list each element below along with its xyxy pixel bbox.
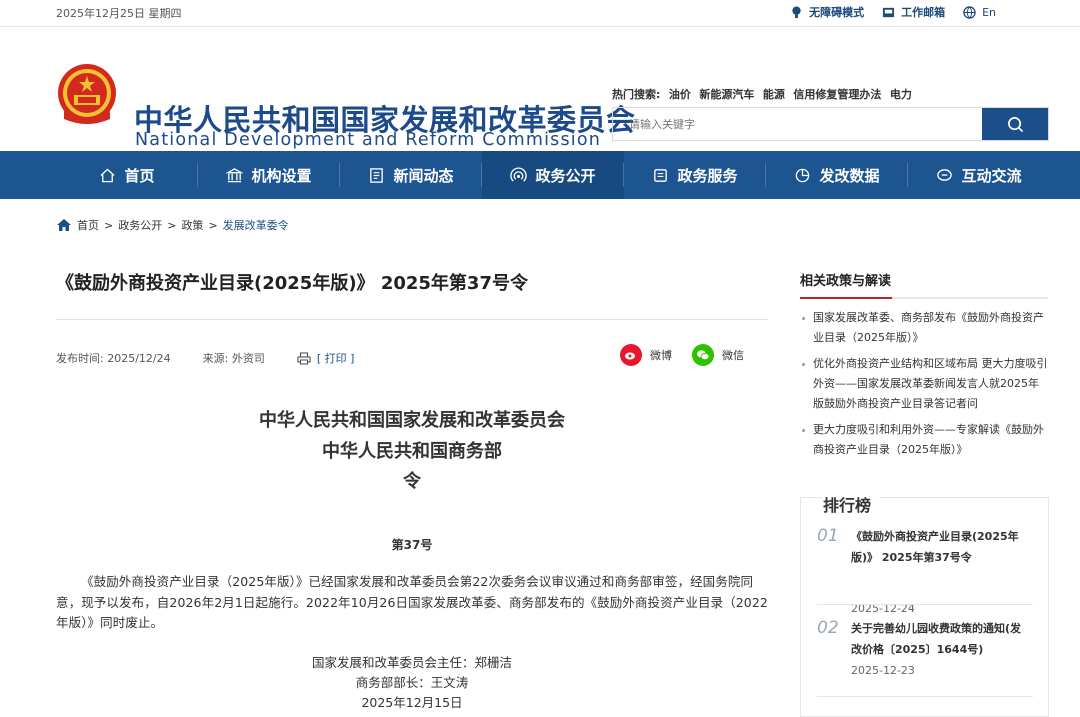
hot-keyword[interactable]: 新能源汽车 [699, 88, 754, 101]
related-title: 相关政策与解读 [800, 274, 892, 289]
home-icon[interactable] [56, 218, 72, 232]
language-link[interactable]: En [963, 6, 996, 19]
related-list: 国家发展改革委、商务部发布《鼓励外商投资产业目录（2025年版）》 优化外商投资… [800, 308, 1048, 466]
top-bar: 2025年12月25日 星期四 无障碍模式 工作邮箱 En [0, 0, 1080, 27]
hot-keyword[interactable]: 信用修复管理办法 [793, 88, 881, 101]
nav-item-news[interactable]: 新闻动态 [340, 151, 482, 199]
hot-keyword[interactable]: 电力 [890, 88, 912, 101]
related-item[interactable]: 更大力度吸引和利用外资——专家解读《鼓励外商投资产业目录（2025年版）》 [800, 420, 1048, 460]
nav-label: 政务服务 [677, 166, 738, 185]
globe-icon [963, 5, 976, 19]
rank-title[interactable]: 关于完善幼儿园收费政策的通知(发改价格〔2025〕1644号) [851, 618, 1031, 660]
breadcrumb-home[interactable]: 首页 [77, 217, 99, 233]
news-icon [370, 167, 384, 183]
nav-label: 互动交流 [961, 166, 1022, 185]
issuer-ndrc: 中华人民共和国国家发展和改革委员会 [259, 410, 565, 431]
share-bar: 微博 微信 [620, 344, 744, 366]
breadcrumb: 首页 > 政务公开 > 政策 > 发展改革委令 [56, 217, 289, 233]
source-label: 来源: [202, 352, 229, 365]
breadcrumb-current[interactable]: 发展改革委令 [223, 217, 289, 233]
publish-label: 发布时间: [56, 352, 104, 365]
rank-number: 01 [817, 526, 839, 546]
pie-chart-icon [796, 168, 810, 182]
breadcrumb-separator: > [208, 218, 218, 232]
issuer-mofcom: 中华人民共和国商务部 [322, 441, 502, 462]
printer-icon [297, 351, 311, 365]
wechat-icon [692, 344, 714, 366]
current-date: 2025年12月25日 星期四 [56, 7, 182, 20]
mail-link[interactable]: 工作邮箱 [882, 4, 945, 20]
nav-item-gov-affairs[interactable]: 政务公开 [482, 151, 624, 199]
language-label: En [982, 5, 996, 19]
source-value: 外资司 [231, 352, 265, 365]
site-title-en: National Development and Reform Commissi… [135, 130, 602, 150]
share-weibo[interactable]: 微博 [620, 344, 672, 366]
nav-item-organization[interactable]: 机构设置 [198, 151, 340, 199]
sign-date: 2025年12月15日 [361, 695, 463, 710]
nav-label: 政务公开 [535, 166, 596, 185]
publish-info: 发布时间: 2025/12/24 [56, 350, 171, 366]
breadcrumb-policy[interactable]: 政策 [181, 217, 203, 233]
nav-label: 发改数据 [819, 166, 880, 185]
breadcrumb-separator: > [167, 218, 177, 232]
weibo-icon [620, 344, 642, 366]
rank-date: 2025-12-23 [851, 664, 915, 677]
nav-item-data[interactable]: 发改数据 [766, 151, 908, 199]
print-label: [ 打印 ] [316, 352, 355, 365]
service-icon [654, 168, 668, 182]
print-button[interactable]: [ 打印 ] [297, 350, 355, 366]
accessibility-label: 无障碍模式 [809, 6, 865, 19]
breadcrumb-separator: > [104, 218, 114, 232]
share-wechat[interactable]: 微信 [692, 344, 744, 366]
related-underline [800, 297, 1048, 299]
broadcast-icon [510, 166, 528, 182]
source-info: 来源: 外资司 [203, 350, 265, 366]
search-box [612, 107, 1049, 141]
hot-keyword[interactable]: 能源 [763, 88, 785, 101]
mail-label: 工作邮箱 [901, 6, 946, 19]
chat-icon [937, 168, 953, 181]
nav-item-interaction[interactable]: 互动交流 [908, 151, 1050, 199]
nav-item-services[interactable]: 政务服务 [624, 151, 766, 199]
title-divider [56, 319, 768, 320]
signer-ndrc: 国家发展和改革委员会主任：郑栅洁 [311, 655, 512, 670]
share-weibo-label: 微博 [650, 349, 672, 362]
order-number: 第37号 [391, 538, 433, 552]
breadcrumb-gov-affairs[interactable]: 政务公开 [118, 217, 162, 233]
site-header: 中华人民共和国国家发展和改革委员会 National Development a… [0, 27, 1080, 151]
rank-divider [817, 696, 1033, 697]
publish-date: 2025/12/24 [107, 352, 171, 365]
article-body: 《鼓励外商投资产业目录（2025年版）》已经国家发展和改革委员会第22次委务会议… [56, 574, 768, 630]
accessibility-link[interactable]: 无障碍模式 [790, 4, 864, 20]
article-meta: 发布时间: 2025/12/24 来源: 外资司 [ 打印 ] [56, 350, 354, 366]
building-icon [226, 167, 244, 182]
ranking-panel: 排行榜 01 《鼓励外商投资产业目录(2025年版)》 2025年第37号令 2… [800, 492, 1049, 717]
main-nav: 首页 机构设置 新闻动态 政务公开 政务服务 发改数据 互动交流 [0, 151, 1080, 199]
article-title: 《鼓励外商投资产业目录(2025年版)》 2025年第37号令 [56, 273, 528, 294]
share-wechat-label: 微信 [722, 349, 744, 362]
national-emblem-logo[interactable] [56, 63, 118, 127]
nav-label: 新闻动态 [393, 166, 454, 185]
rank-number: 02 [817, 618, 839, 638]
rank-title[interactable]: 《鼓励外商投资产业目录(2025年版)》 2025年第37号令 [851, 526, 1031, 568]
top-links: 无障碍模式 工作邮箱 En [790, 4, 996, 20]
hot-search: 热门搜索: 油价 新能源汽车 能源 信用修复管理办法 电力 [612, 86, 912, 102]
search-input[interactable] [613, 108, 982, 140]
related-item[interactable]: 优化外商投资产业结构和区域布局 更大力度吸引外资——国家发展改革委新闻发言人就2… [800, 354, 1048, 414]
nav-label: 机构设置 [251, 166, 312, 185]
accessibility-icon [792, 5, 801, 18]
rank-divider [817, 604, 1033, 605]
nav-label: 首页 [124, 166, 155, 185]
search-button[interactable] [982, 108, 1048, 140]
search-icon [1007, 116, 1023, 132]
document-type: 令 [403, 471, 421, 492]
hot-keyword[interactable]: 油价 [669, 88, 691, 101]
signer-mofcom: 商务部部长：王文涛 [355, 675, 469, 690]
ranking-title: 排行榜 [823, 492, 880, 516]
hot-search-label: 热门搜索: [612, 88, 661, 101]
mail-icon [883, 7, 895, 17]
nav-item-home[interactable]: 首页 [56, 151, 198, 199]
related-item[interactable]: 国家发展改革委、商务部发布《鼓励外商投资产业目录（2025年版）》 [800, 308, 1048, 348]
home-icon [100, 167, 116, 182]
